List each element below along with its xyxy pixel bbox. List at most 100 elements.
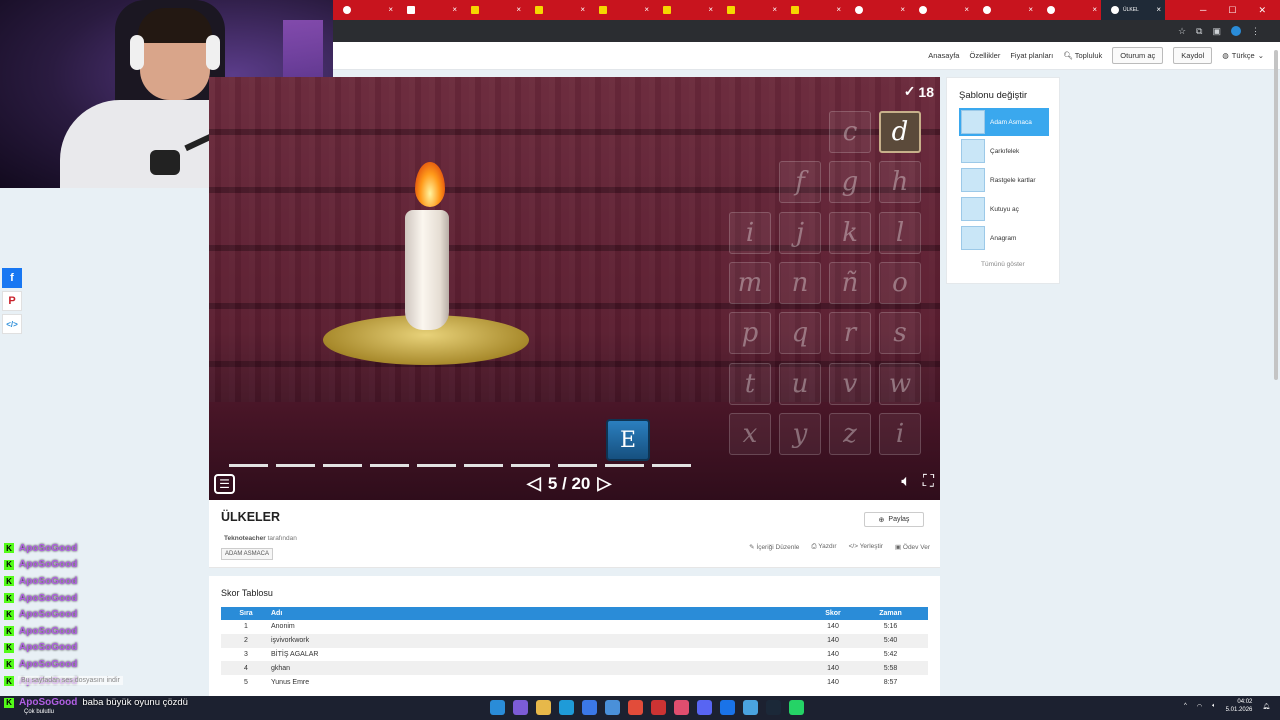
profile-avatar[interactable]: [1231, 26, 1241, 36]
template-option[interactable]: Anagram: [959, 224, 1049, 252]
letter-key[interactable]: h: [879, 161, 921, 203]
nav-features[interactable]: Özellikler: [969, 51, 1000, 60]
game-menu-button[interactable]: ☰: [214, 474, 235, 494]
browser-tab[interactable]: ×: [1037, 0, 1101, 20]
tab-close-icon[interactable]: ×: [516, 5, 521, 14]
discord-icon[interactable]: [697, 700, 712, 715]
embed-link[interactable]: </> Yerleştir: [849, 543, 883, 551]
letter-key[interactable]: m: [729, 262, 771, 304]
template-option[interactable]: Kutuyu aç: [959, 195, 1049, 223]
menu-icon[interactable]: ⋮: [1251, 26, 1260, 37]
nav-community[interactable]: 🔍︎ Topluluk: [1063, 51, 1102, 60]
letter-key[interactable]: n: [779, 262, 821, 304]
browser-tab[interactable]: ×: [973, 0, 1037, 20]
letter-key[interactable]: p: [729, 312, 771, 354]
tab-close-icon[interactable]: ×: [900, 5, 905, 14]
whatsapp-icon[interactable]: [789, 700, 804, 715]
letter-key[interactable]: r: [829, 312, 871, 354]
tab-close-icon[interactable]: ×: [580, 5, 585, 14]
letter-key[interactable]: q: [779, 312, 821, 354]
speaker-icon[interactable]: 🔈︎: [1212, 703, 1216, 710]
nav-home[interactable]: Anasayfa: [928, 51, 959, 60]
signup-button[interactable]: Kaydol: [1173, 47, 1213, 64]
share-button[interactable]: ⊕ Paylaş: [864, 512, 924, 527]
template-option[interactable]: Adam Asmaca: [959, 108, 1049, 136]
nav-pricing[interactable]: Fiyat planları: [1010, 51, 1053, 60]
letter-key[interactable]: f: [779, 161, 821, 203]
letter-key[interactable]: j: [779, 212, 821, 254]
letter-key[interactable]: c: [829, 111, 871, 153]
download-notice[interactable]: Bu sayfadan ses dosyasını indir: [18, 676, 123, 685]
letter-key[interactable]: t: [729, 363, 771, 405]
browser-tab[interactable]: ×: [845, 0, 909, 20]
tab-close-icon[interactable]: ×: [964, 5, 969, 14]
opera-icon[interactable]: [651, 700, 666, 715]
letter-key[interactable]: y: [779, 413, 821, 455]
browser-tab[interactable]: ×: [397, 0, 461, 20]
app-icon[interactable]: [674, 700, 689, 715]
tab-close-icon[interactable]: ×: [388, 5, 393, 14]
tab-close-icon[interactable]: ×: [836, 5, 841, 14]
tab-close-icon[interactable]: ×: [644, 5, 649, 14]
browser-tab[interactable]: ×: [653, 0, 717, 20]
edge-icon[interactable]: [559, 700, 574, 715]
template-tag[interactable]: ADAM ASMACA: [221, 548, 274, 560]
letter-key[interactable]: i: [729, 212, 771, 254]
show-all-link[interactable]: Tümünü göster: [981, 261, 1025, 268]
wifi-icon[interactable]: ◠: [1197, 703, 1202, 710]
app2-icon[interactable]: [743, 700, 758, 715]
letter-key[interactable]: s: [879, 312, 921, 354]
letter-key[interactable]: x: [729, 413, 771, 455]
folder-icon[interactable]: [536, 700, 551, 715]
tab-close-icon[interactable]: ×: [772, 5, 777, 14]
embed-icon[interactable]: </>: [2, 314, 22, 334]
letter-key[interactable]: l: [879, 212, 921, 254]
browser-icon[interactable]: [720, 700, 735, 715]
tab-close-icon[interactable]: ×: [1028, 5, 1033, 14]
template-option[interactable]: Çarkıfelek: [959, 137, 1049, 165]
letter-key[interactable]: v: [829, 363, 871, 405]
tab-close-icon[interactable]: ×: [1092, 5, 1097, 14]
edit-content-link[interactable]: ✎ İçeriği Düzenle: [749, 543, 799, 551]
fullscreen-icon[interactable]: ⛶: [923, 473, 934, 491]
facebook-icon[interactable]: f: [2, 268, 22, 288]
browser-tab[interactable]: ×: [461, 0, 525, 20]
copilot-icon[interactable]: [513, 700, 528, 715]
browser-tab[interactable]: ÜLKEL ×: [1101, 0, 1165, 20]
start-icon[interactable]: [490, 700, 505, 715]
browser-tab[interactable]: ×: [589, 0, 653, 20]
letter-key[interactable]: z: [829, 413, 871, 455]
language-selector[interactable]: ◍ Türkçe ⌄: [1222, 51, 1264, 60]
assign-link[interactable]: ▣ Ödev Ver: [895, 543, 930, 551]
tab-close-icon[interactable]: ×: [1156, 5, 1161, 14]
extensions-icon[interactable]: ⧉: [1196, 26, 1202, 37]
clock[interactable]: 04:02 5.01.2026: [1226, 698, 1253, 714]
browser-tab[interactable]: ×: [909, 0, 973, 20]
pinterest-icon[interactable]: P: [2, 291, 22, 311]
browser-tab[interactable]: ×: [717, 0, 781, 20]
letter-key[interactable]: g: [829, 161, 871, 203]
author-name[interactable]: Teknoteacher: [224, 535, 266, 542]
star-icon[interactable]: ☆: [1178, 26, 1186, 37]
login-button[interactable]: Oturum aç: [1112, 47, 1164, 64]
letter-key[interactable]: d: [879, 111, 921, 153]
browser-tab[interactable]: ×: [525, 0, 589, 20]
tab-close-icon[interactable]: ×: [708, 5, 713, 14]
page-scrollbar[interactable]: [1274, 50, 1278, 380]
chevron-up-icon[interactable]: ^: [1184, 703, 1187, 709]
game-canvas[interactable]: ✓ 18 cdfghijklmnñopqrstuvwxyzi E ☰ ◁ 5 / …: [209, 77, 940, 500]
template-option[interactable]: Rastgele kartlar: [959, 166, 1049, 194]
close-icon[interactable]: ✕: [1258, 5, 1266, 16]
next-arrow-icon[interactable]: ▷: [597, 473, 611, 494]
minimize-icon[interactable]: ─: [1200, 5, 1206, 16]
letter-key[interactable]: w: [879, 363, 921, 405]
letter-key[interactable]: i: [879, 413, 921, 455]
letter-key[interactable]: ñ: [829, 262, 871, 304]
notification-icon[interactable]: 🔔︎: [1262, 703, 1270, 710]
letter-key[interactable]: o: [879, 262, 921, 304]
sidebar-icon[interactable]: ▣: [1212, 26, 1221, 37]
prev-arrow-icon[interactable]: ◁: [527, 473, 541, 494]
chrome-icon[interactable]: [628, 700, 643, 715]
volume-icon[interactable]: 🔈︎: [901, 473, 911, 491]
letter-key[interactable]: u: [779, 363, 821, 405]
